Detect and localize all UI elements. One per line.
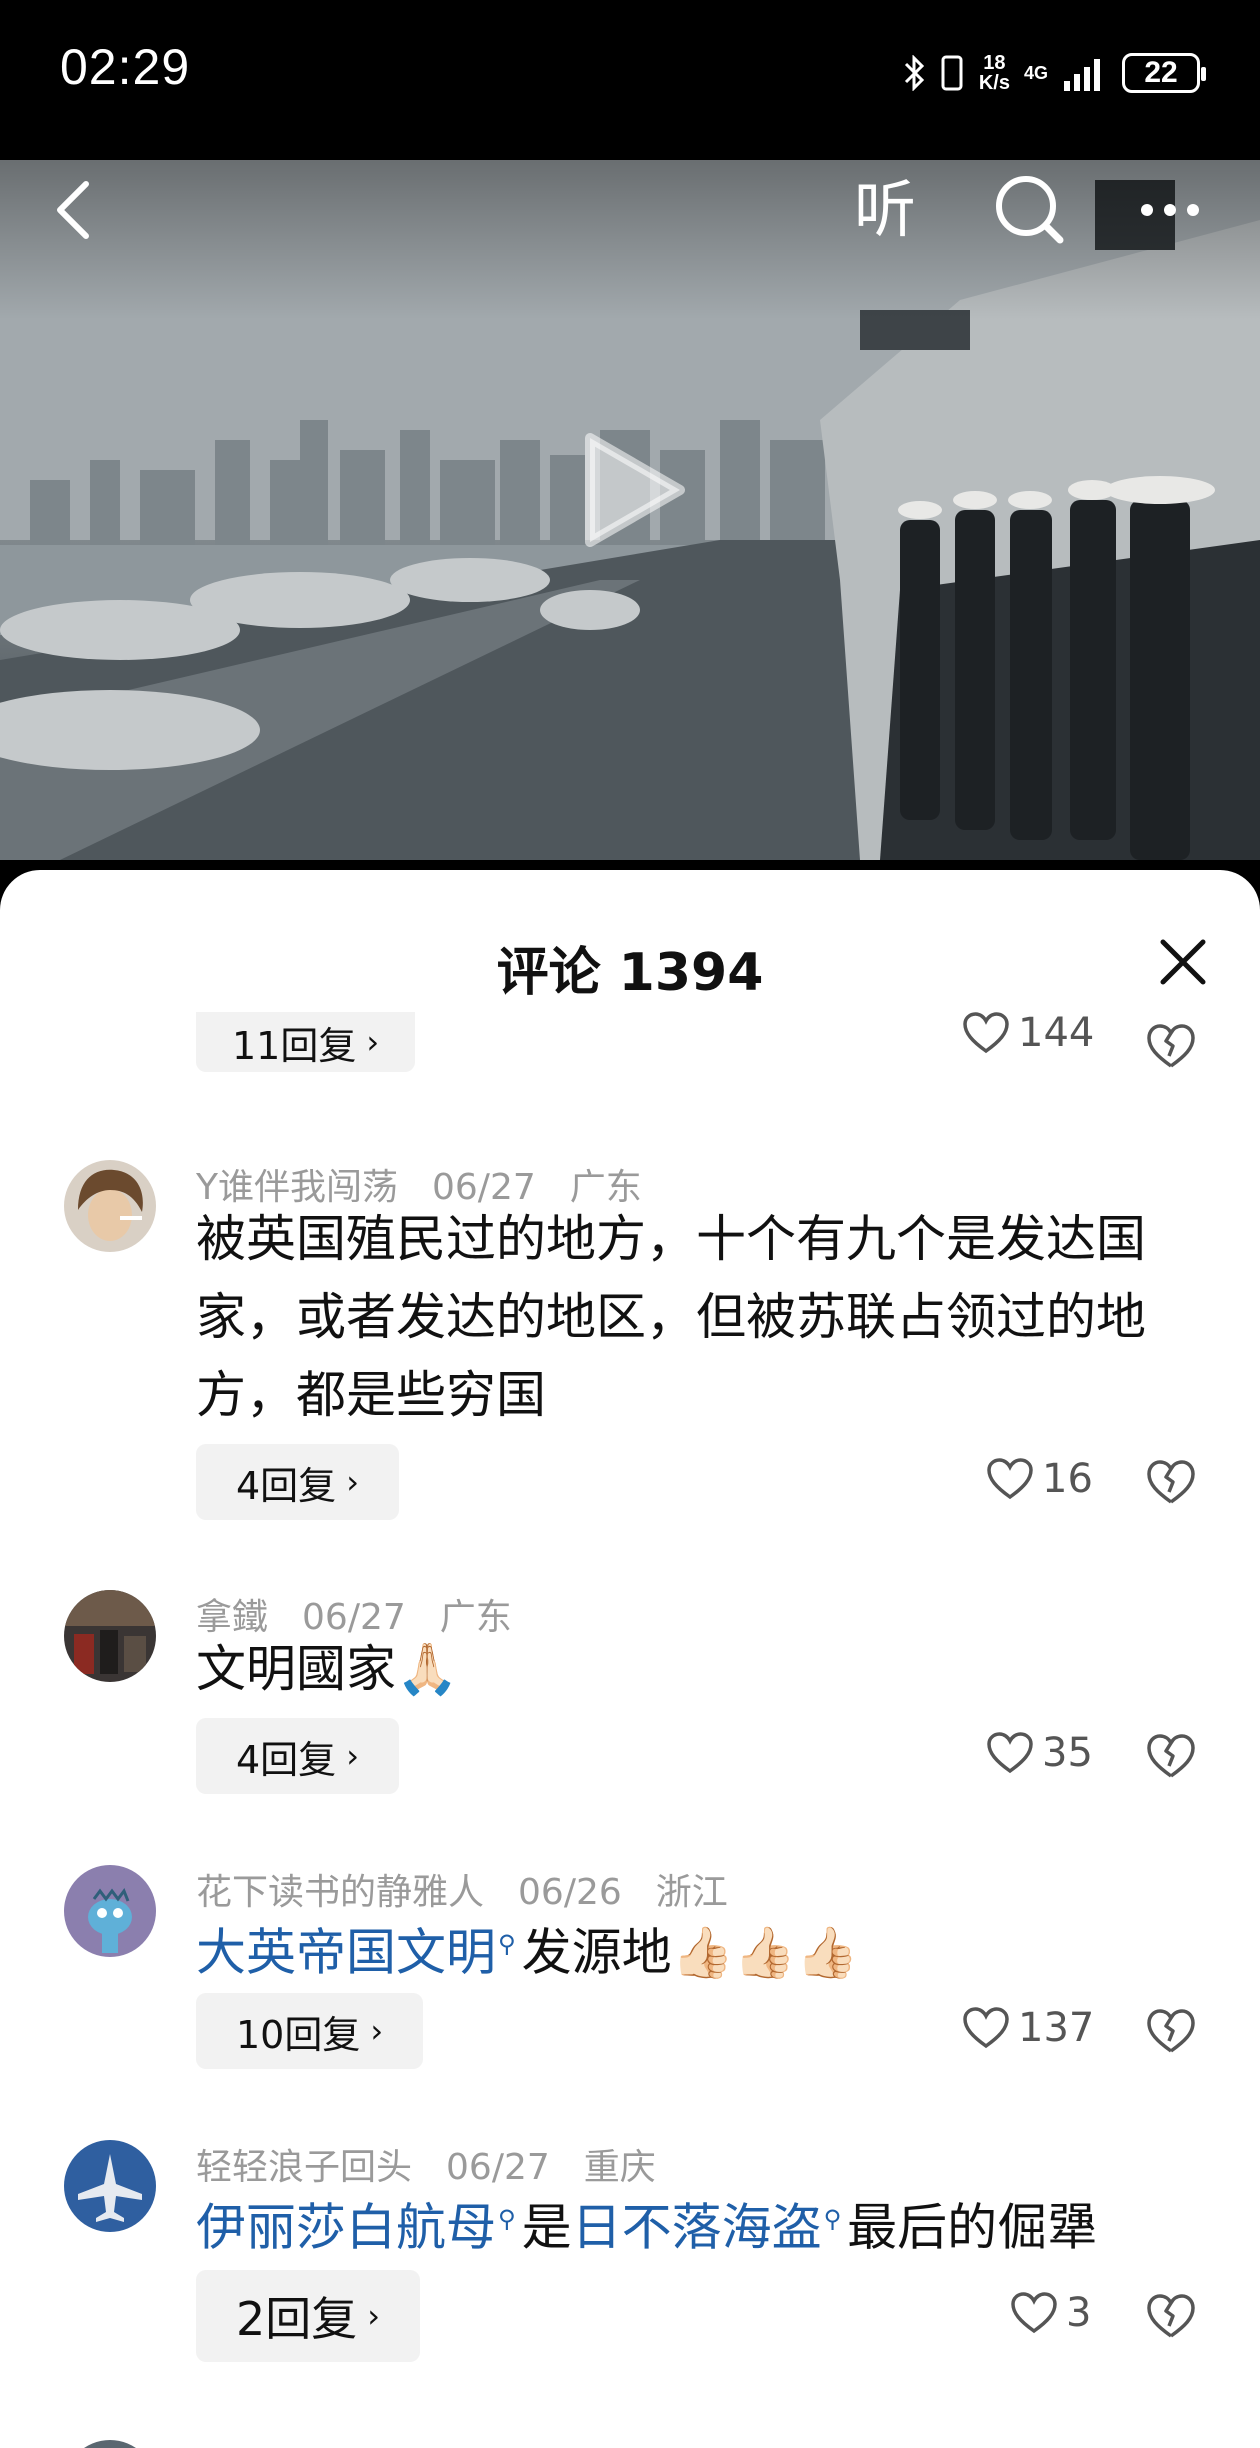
avatar-image xyxy=(64,1590,156,1682)
comment-search-link[interactable]: 日不落海盗 xyxy=(572,2199,822,2257)
replies-button[interactable]: 4回复 › xyxy=(196,1444,399,1520)
avatar-image xyxy=(64,2140,156,2232)
vibrate-icon xyxy=(941,55,963,91)
play-icon xyxy=(585,433,685,547)
replies-button[interactable]: 10回复 › xyxy=(196,1993,424,2069)
comments-title: 评论 1394 xyxy=(496,943,764,1003)
broken-heart-icon[interactable] xyxy=(1145,2005,1197,2057)
comment-text: 大英帝国文明⚲ 发源地👍🏻👍🏻👍🏻 xyxy=(196,1923,859,1982)
avatar-image xyxy=(64,1865,156,1957)
heart-icon xyxy=(987,1458,1033,1500)
avatar[interactable] xyxy=(64,1160,156,1252)
network-type: 4G xyxy=(1023,63,1048,83)
search-link-icon: ⚲ xyxy=(498,1930,516,1958)
status-time: 02:29 xyxy=(60,39,191,95)
more-dots-icon xyxy=(1141,204,1199,216)
chevron-left-icon xyxy=(57,181,89,239)
avatar[interactable] xyxy=(64,1590,156,1682)
like-button[interactable]: 35 xyxy=(986,1730,1093,1776)
like-button[interactable]: 137 xyxy=(962,2005,1094,2051)
heart-icon xyxy=(987,1732,1033,1774)
broken-heart-icon[interactable] xyxy=(1145,1020,1197,1072)
chevron-right-icon: › xyxy=(346,1463,359,1501)
search-link-icon: ⚲ xyxy=(823,2205,842,2233)
chevron-right-icon: › xyxy=(366,1023,380,1061)
like-button[interactable]: 16 xyxy=(986,1456,1093,1502)
bluetooth-icon xyxy=(904,55,924,91)
status-bar: 02:29 18 K/s 4G 22 xyxy=(0,0,1260,160)
network-speed: 18 K/s xyxy=(978,52,1010,94)
avatar-image xyxy=(64,2440,156,2448)
replies-button[interactable]: 11回复 › xyxy=(196,1012,416,1072)
comment-text: 被英国殖民过的地方，十个有九个是发达国家，或者发达的地区，但被苏联占领过的地方，… xyxy=(196,1210,1146,1424)
replies-button[interactable]: 4回复 › xyxy=(196,1718,399,1794)
heart-icon xyxy=(963,2007,1009,2049)
comment-search-link[interactable]: 伊丽莎白航母 xyxy=(196,2199,496,2257)
battery-indicator: 22 xyxy=(1122,53,1206,93)
comment-text: 文明國家🙏🏻 xyxy=(196,1640,459,1698)
avatar-image xyxy=(64,1160,156,1252)
close-button[interactable] xyxy=(1155,934,1211,990)
broken-heart-icon[interactable] xyxy=(1145,1730,1197,1782)
comments-sheet: 评论 1394 11回复 › 144 Y谁伴我闯荡 06/27 广东 被英国殖民过的地… xyxy=(0,870,1260,2448)
search-link-icon: ⚲ xyxy=(498,2205,516,2233)
broken-heart-icon[interactable] xyxy=(1145,1456,1197,1508)
signal-icon xyxy=(1064,59,1100,91)
play-button[interactable] xyxy=(578,430,688,550)
heart-icon xyxy=(963,1012,1009,1054)
search-icon xyxy=(996,176,1064,244)
status-icons: 18 K/s 4G 22 xyxy=(903,48,1206,98)
more-button[interactable] xyxy=(1135,180,1205,240)
close-icon xyxy=(1160,939,1206,985)
avatar[interactable] xyxy=(64,1865,156,1957)
heart-icon xyxy=(1011,2292,1057,2334)
chevron-right-icon: › xyxy=(367,2297,381,2335)
back-button[interactable] xyxy=(46,170,106,250)
broken-heart-icon[interactable] xyxy=(1145,2290,1197,2342)
chevron-right-icon: › xyxy=(370,2012,384,2050)
listen-button[interactable]: 听 xyxy=(850,170,920,250)
chevron-right-icon: › xyxy=(346,1737,359,1775)
like-button[interactable]: 3 xyxy=(1010,2290,1091,2336)
comment-search-link[interactable]: 大英帝国文明 xyxy=(196,1924,496,1982)
replies-button[interactable]: 2回复 › xyxy=(196,2270,421,2362)
comment-text: 伊丽莎白航母⚲ 是日不落海盗⚲ 最后的倔犟 xyxy=(196,2198,1098,2257)
like-button[interactable]: 144 xyxy=(962,1010,1094,1056)
avatar[interactable] xyxy=(64,2140,156,2232)
search-button[interactable] xyxy=(990,170,1070,250)
video-top-gradient xyxy=(0,160,1260,320)
avatar[interactable] xyxy=(64,2440,156,2448)
